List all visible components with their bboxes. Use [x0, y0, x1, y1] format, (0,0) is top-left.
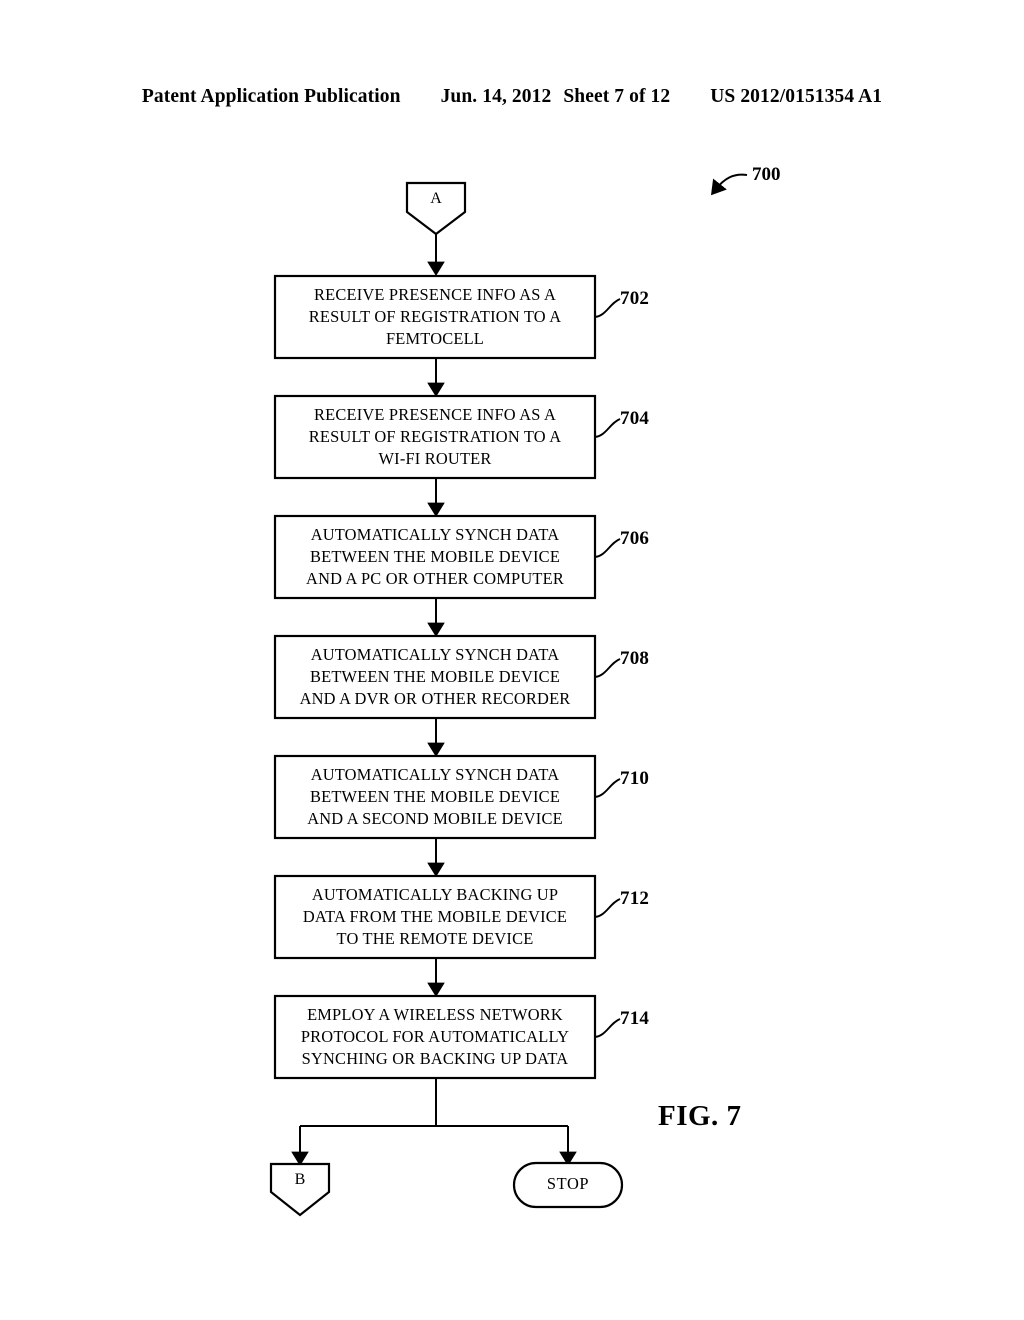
lead-line-706 — [594, 538, 621, 558]
reference-numeral-714: 714 — [620, 1008, 650, 1029]
lead-line-708 — [594, 658, 621, 678]
flowchart-vector-layer — [269, 173, 748, 1217]
lead-line-712 — [594, 898, 621, 918]
process-box-708 — [273, 634, 597, 720]
process-box-702 — [273, 274, 597, 360]
process-box-714 — [273, 994, 597, 1080]
connector-b-label: B — [294, 1171, 306, 1188]
process-box-706 — [273, 514, 597, 600]
reference-numeral-710: 710 — [620, 768, 650, 789]
lead-line-700 — [711, 173, 748, 196]
reference-numeral-708: 708 — [620, 648, 650, 669]
process-box-712 — [273, 874, 597, 960]
lead-line-704 — [594, 418, 621, 438]
reference-numeral-702: 702 — [620, 288, 650, 309]
figure-reference-700: 700 — [752, 164, 781, 185]
terminal-stop-label: STOP — [546, 1174, 590, 1193]
connector-a-label: A — [430, 190, 442, 207]
figure-7-flowchart: 700 A B STOP RECEIVE PRESENCE INFO AS A … — [0, 0, 1024, 1320]
lead-line-714 — [594, 1018, 621, 1038]
figure-caption: FIG. 7 — [658, 1100, 742, 1132]
reference-numeral-704: 704 — [620, 408, 650, 429]
process-box-710 — [273, 754, 597, 840]
reference-numeral-706: 706 — [620, 528, 650, 549]
process-box-704 — [273, 394, 597, 480]
lead-line-710 — [594, 778, 621, 798]
lead-line-702 — [594, 298, 621, 318]
reference-numeral-712: 712 — [620, 888, 650, 909]
